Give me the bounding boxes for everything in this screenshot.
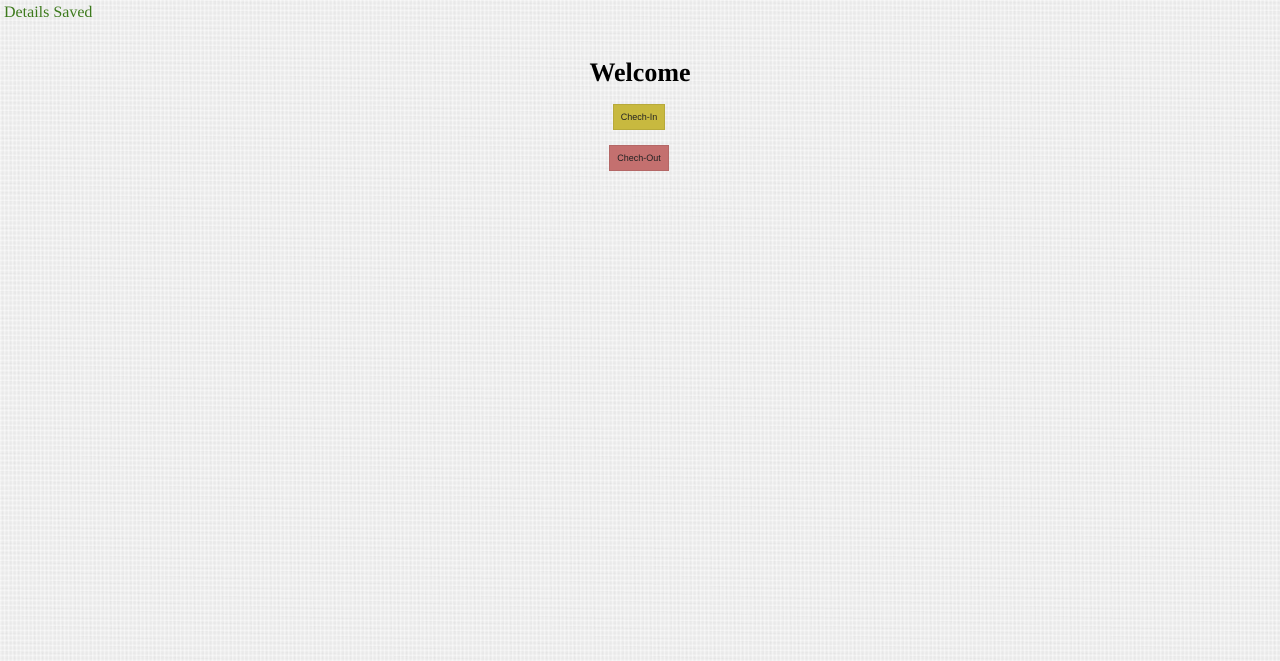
status-message: Details Saved [4, 4, 93, 21]
page-title: Welcome [589, 58, 691, 87]
check-out-button[interactable]: Chech-Out [609, 145, 669, 171]
check-in-button[interactable]: Chech-In [613, 104, 665, 130]
